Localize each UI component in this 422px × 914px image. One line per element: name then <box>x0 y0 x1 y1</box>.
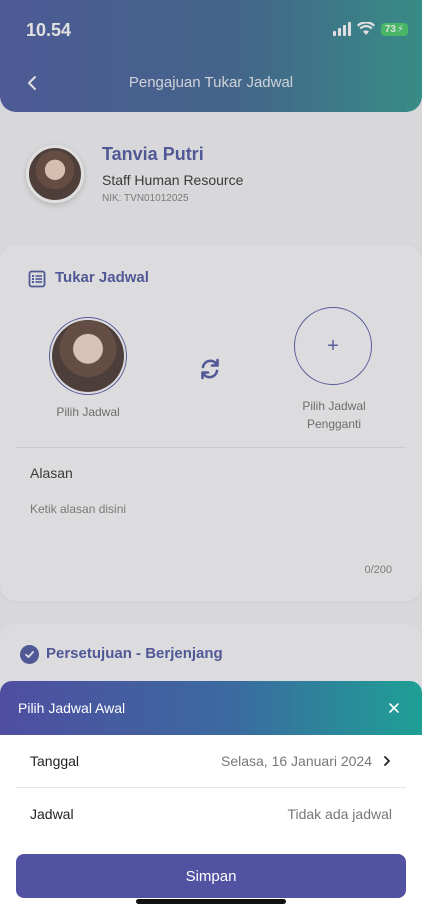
screen: 10.54 73 ⚡ Pengajuan Tukar Jadwal Tanvia … <box>0 0 422 914</box>
close-icon[interactable] <box>384 698 404 718</box>
date-label: Tanggal <box>30 753 80 769</box>
schedule-value: Tidak ada jadwal <box>287 806 392 822</box>
home-indicator <box>136 899 286 904</box>
sheet-header: Pilih Jadwal Awal <box>0 681 422 735</box>
date-value: Selasa, 16 Januari 2024 <box>221 753 372 769</box>
date-value-group: Selasa, 16 Januari 2024 <box>221 753 392 769</box>
bottom-sheet: Pilih Jadwal Awal Tanggal Selasa, 16 Jan… <box>0 681 422 914</box>
sheet-title: Pilih Jadwal Awal <box>18 700 126 716</box>
save-button[interactable]: Simpan <box>16 854 406 898</box>
schedule-row[interactable]: Jadwal Tidak ada jadwal <box>0 788 422 840</box>
schedule-label: Jadwal <box>30 806 74 822</box>
date-row[interactable]: Tanggal Selasa, 16 Januari 2024 <box>0 735 422 787</box>
chevron-right-icon <box>384 756 390 766</box>
